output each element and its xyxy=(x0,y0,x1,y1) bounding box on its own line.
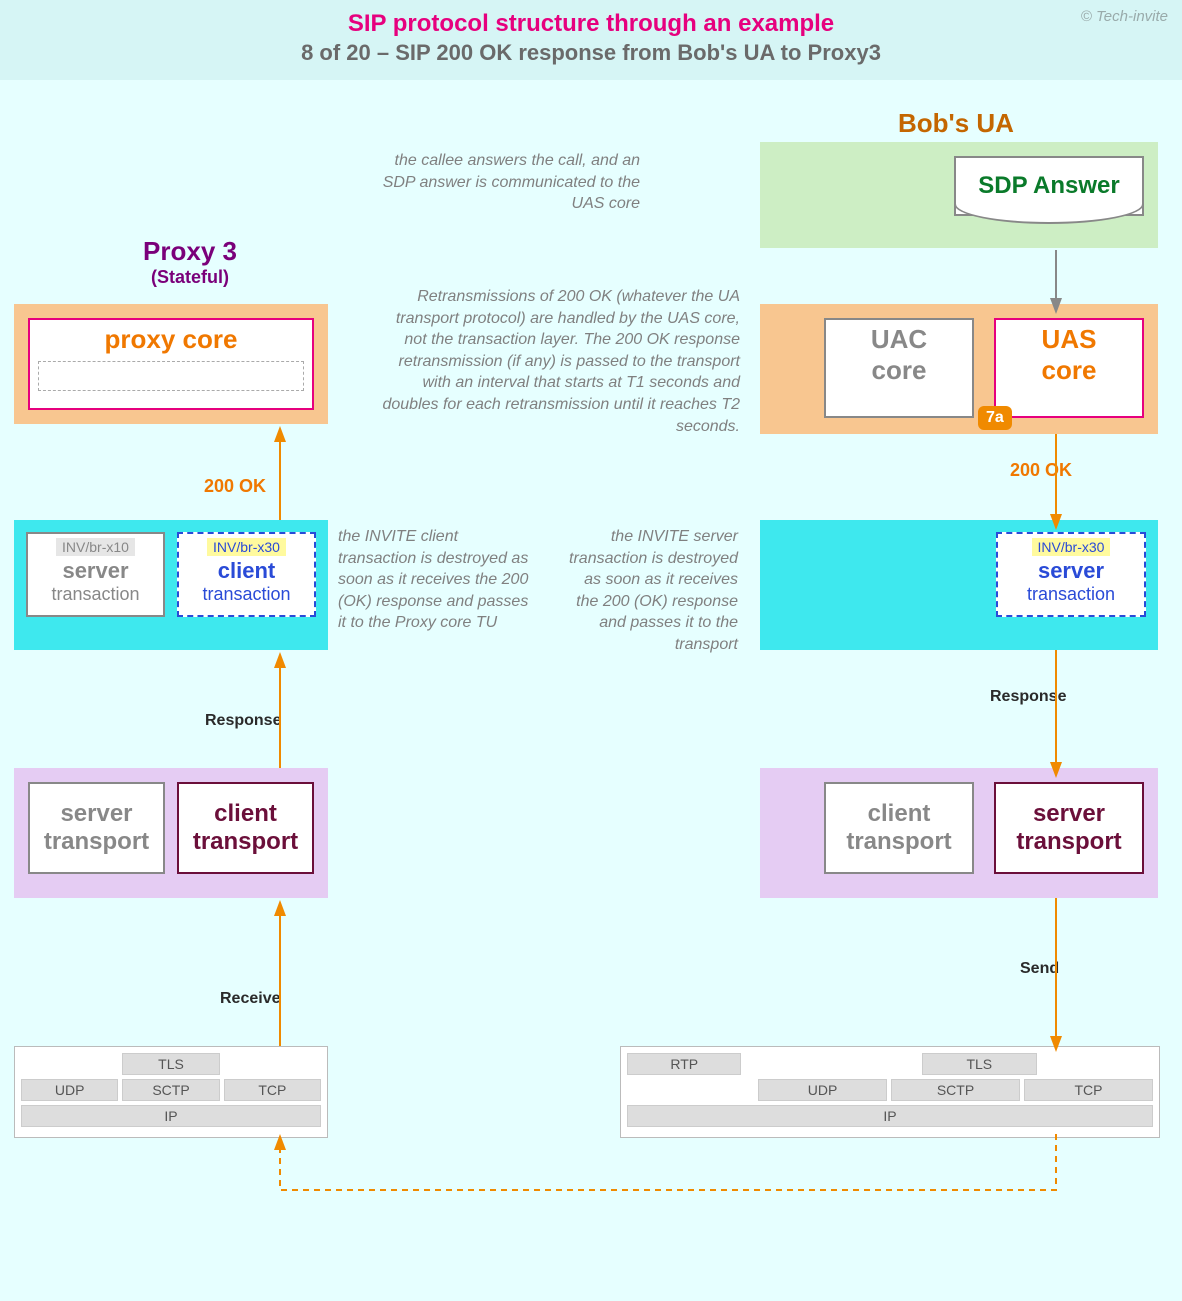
copyright: © Tech-invite xyxy=(1081,8,1168,25)
note-callee-answers: the callee answers the call, and an SDP … xyxy=(360,150,640,215)
proxy3-core-block: proxy core xyxy=(14,304,328,424)
uas-core-box: UAS core 7a xyxy=(994,318,1144,418)
note-server-trans-destroyed: the INVITE server transaction is destroy… xyxy=(558,526,738,656)
proxy3-trans-block: INV/br-x10 server transaction INV/br-x30… xyxy=(14,520,328,650)
proxy3-server-transaction: INV/br-x10 server transaction xyxy=(26,532,165,617)
proxy3-client-transport: client transport xyxy=(177,782,314,874)
page-title: SIP protocol structure through an exampl… xyxy=(0,10,1182,38)
bob-core-block: UAC core UAS core 7a xyxy=(760,304,1158,434)
bob-protocol-stack: RTP TLS UDP SCTP TCP IP xyxy=(620,1046,1160,1138)
bob-trans-block: INV/br-x30 server transaction xyxy=(760,520,1158,650)
uac-core-box: UAC core xyxy=(824,318,974,418)
bob-transport-block: client transport server transport xyxy=(760,768,1158,898)
note-retransmissions: Retransmissions of 200 OK (whatever the … xyxy=(370,286,740,437)
proxy3-heading: Proxy 3 (Stateful) xyxy=(90,236,290,288)
proxy3-protocol-stack: TLS UDPSCTPTCP IP xyxy=(14,1046,328,1138)
proxy3-client-transaction: INV/br-x30 client transaction xyxy=(177,532,316,617)
bob-ua-heading: Bob's UA xyxy=(898,108,1014,139)
header: SIP protocol structure through an exampl… xyxy=(0,0,1182,80)
label-response-right: Response xyxy=(990,688,1066,706)
dashed-placeholder xyxy=(38,361,304,391)
bob-server-transaction: INV/br-x30 server transaction xyxy=(996,532,1146,617)
note-client-trans-destroyed: the INVITE client transaction is destroy… xyxy=(338,526,538,634)
proxy3-transport-block: server transport client transport xyxy=(14,768,328,898)
bob-client-transport: client transport xyxy=(824,782,974,874)
bob-server-transport: server transport xyxy=(994,782,1144,874)
label-200ok-right: 200 OK xyxy=(1010,460,1072,481)
proxy3-server-transport: server transport xyxy=(28,782,165,874)
label-200ok-left: 200 OK xyxy=(204,476,266,497)
sdp-block: SDP Answer xyxy=(760,142,1158,248)
step-badge-7a: 7a xyxy=(978,406,1012,430)
sdp-answer-sheet: SDP Answer xyxy=(954,156,1144,216)
label-receive: Receive xyxy=(220,990,281,1008)
label-response-left: Response xyxy=(205,712,281,730)
label-send: Send xyxy=(1020,960,1059,978)
proxy-core-box: proxy core xyxy=(28,318,314,410)
page-subtitle: 8 of 20 – SIP 200 OK response from Bob's… xyxy=(0,40,1182,66)
